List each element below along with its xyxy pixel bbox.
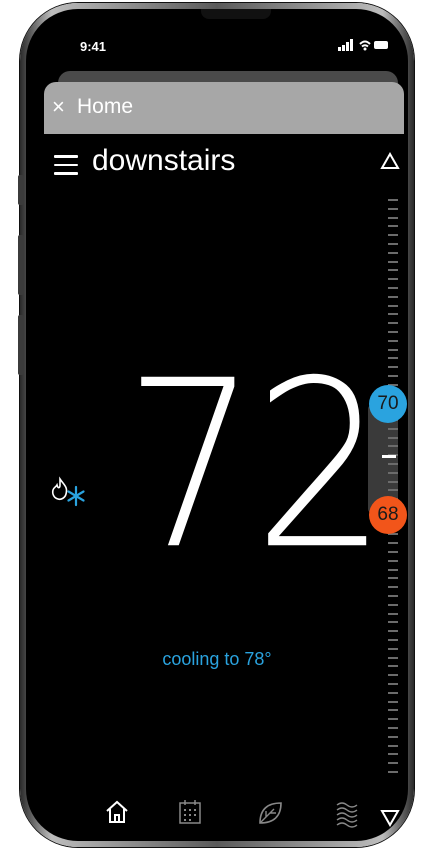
temp-up-arrow-icon[interactable] bbox=[380, 152, 400, 170]
scale-tick bbox=[388, 463, 398, 465]
scale-tick bbox=[388, 436, 398, 439]
temperature-scale[interactable] bbox=[384, 199, 406, 779]
scale-tick bbox=[388, 322, 398, 325]
scale-tick bbox=[388, 753, 398, 756]
scale-tick bbox=[388, 595, 398, 597]
scale-tick bbox=[388, 586, 398, 589]
scale-tick bbox=[388, 375, 398, 377]
scale-tick bbox=[388, 621, 398, 624]
scale-tick bbox=[388, 559, 398, 562]
volume-down-button bbox=[18, 315, 24, 375]
scale-tick bbox=[388, 489, 398, 492]
side-button bbox=[18, 175, 24, 205]
leaf-icon[interactable] bbox=[256, 799, 284, 827]
scale-tick bbox=[388, 551, 398, 553]
scale-tick bbox=[388, 348, 398, 351]
notch bbox=[201, 9, 271, 19]
scale-tick bbox=[388, 630, 398, 633]
scale-tick bbox=[388, 700, 398, 703]
flame-snowflake-icon[interactable] bbox=[50, 475, 90, 509]
scale-tick bbox=[388, 225, 398, 228]
scale-tick bbox=[388, 427, 398, 430]
scale-tick bbox=[388, 339, 398, 342]
scale-tick bbox=[388, 771, 398, 773]
bottom-nav bbox=[86, 799, 396, 839]
scale-tick bbox=[388, 744, 398, 747]
scale-tick bbox=[388, 216, 398, 219]
scale-tick bbox=[388, 304, 398, 307]
scale-tick bbox=[388, 542, 398, 545]
scale-tick bbox=[388, 674, 398, 677]
scale-tick bbox=[388, 480, 398, 483]
scale-tick bbox=[388, 603, 398, 606]
current-temp-marker bbox=[382, 455, 396, 458]
scale-tick bbox=[388, 331, 398, 333]
scale-tick bbox=[388, 639, 398, 641]
scale-tick bbox=[388, 207, 398, 210]
status-icons bbox=[338, 39, 390, 54]
scale-tick bbox=[388, 762, 398, 765]
scale-tick bbox=[388, 568, 398, 571]
scale-tick bbox=[388, 471, 398, 474]
signal-wifi-battery-icon bbox=[338, 39, 388, 51]
scale-tick bbox=[388, 269, 398, 272]
scale-tick bbox=[388, 718, 398, 721]
scale-tick bbox=[388, 199, 398, 201]
schedule-icon[interactable] bbox=[178, 799, 202, 825]
scale-tick bbox=[388, 295, 398, 298]
scale-tick bbox=[388, 234, 398, 237]
sheet-header: × Home bbox=[44, 82, 404, 134]
scale-tick bbox=[388, 357, 398, 360]
volume-up-button bbox=[18, 235, 24, 295]
status-time: 9:41 bbox=[80, 39, 107, 54]
screen: 9:41 × Home downstairs 70 68 72 cooling … bbox=[26, 9, 408, 841]
scale-tick bbox=[388, 709, 398, 712]
scale-tick bbox=[388, 278, 398, 281]
page-title: Home bbox=[77, 95, 134, 118]
current-temperature: 72 bbox=[124, 330, 387, 601]
fan-icon[interactable] bbox=[334, 799, 364, 829]
scale-tick bbox=[388, 260, 398, 263]
scale-tick bbox=[388, 366, 398, 369]
zone-name[interactable]: downstairs bbox=[92, 144, 235, 178]
scale-tick bbox=[388, 683, 398, 685]
scale-tick bbox=[388, 727, 398, 729]
scale-tick bbox=[388, 287, 398, 289]
scale-tick bbox=[388, 691, 398, 694]
system-status: cooling to 78° bbox=[162, 649, 272, 669]
home-icon[interactable] bbox=[104, 799, 130, 825]
scale-tick bbox=[388, 445, 398, 448]
scale-tick bbox=[388, 313, 398, 316]
close-icon[interactable]: × bbox=[52, 96, 65, 118]
scale-tick bbox=[388, 577, 398, 580]
scale-tick bbox=[388, 251, 398, 254]
scale-tick bbox=[388, 612, 398, 615]
scale-tick bbox=[388, 243, 398, 245]
scale-tick bbox=[388, 735, 398, 738]
menu-icon[interactable] bbox=[54, 155, 78, 175]
